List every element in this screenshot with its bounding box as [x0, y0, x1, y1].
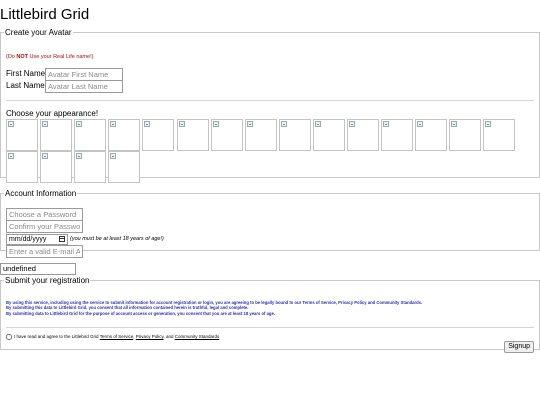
appearance-option[interactable] — [483, 119, 515, 151]
account-fieldset: Account Information mm/dd/yyyy (you must… — [0, 189, 540, 258]
broken-image-icon — [110, 153, 116, 159]
agree-checkbox[interactable] — [6, 334, 12, 340]
legal-line: By submitting data to Littlebird Grid fo… — [6, 310, 275, 316]
appearance-option[interactable] — [381, 119, 413, 151]
avatar-divider — [6, 100, 534, 101]
broken-image-icon — [42, 153, 48, 159]
birthdate-value: mm/dd/yyyy — [9, 236, 47, 243]
age-note: (you must be at least 18 years of age!) — [70, 236, 164, 242]
appearance-option[interactable] — [211, 119, 243, 151]
submit-divider — [6, 327, 534, 328]
broken-image-icon — [485, 121, 491, 127]
community-link[interactable]: Community Standards — [175, 334, 220, 339]
first-name-label: First Name: — [6, 69, 48, 78]
appearance-option[interactable] — [313, 119, 345, 151]
site-title: Littlebird Grid — [0, 6, 90, 23]
real-name-warning: (Do NOT Use your Real Life name!) — [6, 54, 93, 61]
broken-image-icon — [247, 121, 253, 127]
appearance-option[interactable] — [449, 119, 481, 151]
appearance-label: Choose your appearance! — [6, 109, 99, 118]
warning-suffix: Use your Real Life name!) — [28, 54, 94, 60]
appearance-option[interactable] — [6, 151, 38, 183]
appearance-option[interactable] — [245, 119, 277, 151]
tos-link[interactable]: Terms of Service — [100, 334, 134, 339]
account-legend: Account Information — [5, 189, 77, 198]
broken-image-icon — [144, 121, 150, 127]
broken-image-icon — [383, 121, 389, 127]
appearance-option[interactable] — [142, 119, 174, 151]
agree-text: I have read and agree to the Littlebird … — [14, 334, 99, 340]
signup-button[interactable]: Signup — [504, 341, 534, 353]
appearance-option[interactable] — [6, 119, 38, 151]
broken-image-icon — [349, 121, 355, 127]
last-name-input[interactable] — [45, 80, 123, 93]
undefined-field[interactable]: undefined — [0, 263, 76, 275]
warning-bold: NOT — [16, 54, 29, 60]
submit-legend: Submit your registration — [5, 276, 90, 285]
broken-image-icon — [417, 121, 423, 127]
appearance-option[interactable] — [108, 119, 140, 151]
broken-image-icon — [8, 153, 14, 159]
appearance-option[interactable] — [74, 119, 106, 151]
confirm-password-input[interactable] — [6, 220, 83, 233]
submit-fieldset: Submit your registration By using this s… — [0, 276, 540, 353]
broken-image-icon — [76, 153, 82, 159]
broken-image-icon — [110, 121, 116, 127]
broken-image-icon — [76, 121, 82, 127]
last-name-label: Last Name: — [6, 81, 47, 90]
broken-image-icon — [315, 121, 321, 127]
avatar-fieldset: Create your Avatar (Do NOT Use your Real… — [0, 28, 540, 183]
broken-image-icon — [213, 121, 219, 127]
appearance-option[interactable] — [108, 151, 140, 183]
broken-image-icon — [281, 121, 287, 127]
email-input[interactable] — [6, 245, 83, 258]
broken-image-icon — [42, 121, 48, 127]
calendar-icon[interactable] — [59, 236, 65, 242]
privacy-link[interactable]: Privacy Policy — [136, 334, 164, 339]
broken-image-icon — [8, 121, 14, 127]
appearance-option[interactable] — [177, 119, 209, 151]
agree-row: I have read and agree to the Littlebird … — [6, 334, 219, 340]
appearance-option[interactable] — [40, 151, 72, 183]
broken-image-icon — [179, 121, 185, 127]
broken-image-icon — [451, 121, 457, 127]
legal-notice: By using this service, including using t… — [6, 300, 526, 316]
appearance-option[interactable] — [74, 151, 106, 183]
and-text: and — [165, 334, 174, 340]
avatar-legend: Create your Avatar — [5, 28, 72, 37]
appearance-option[interactable] — [40, 119, 72, 151]
appearance-option[interactable] — [279, 119, 311, 151]
appearance-option[interactable] — [415, 119, 447, 151]
appearance-option[interactable] — [347, 119, 379, 151]
birthdate-input[interactable]: mm/dd/yyyy — [6, 234, 68, 245]
warning-prefix: (Do — [6, 54, 17, 60]
